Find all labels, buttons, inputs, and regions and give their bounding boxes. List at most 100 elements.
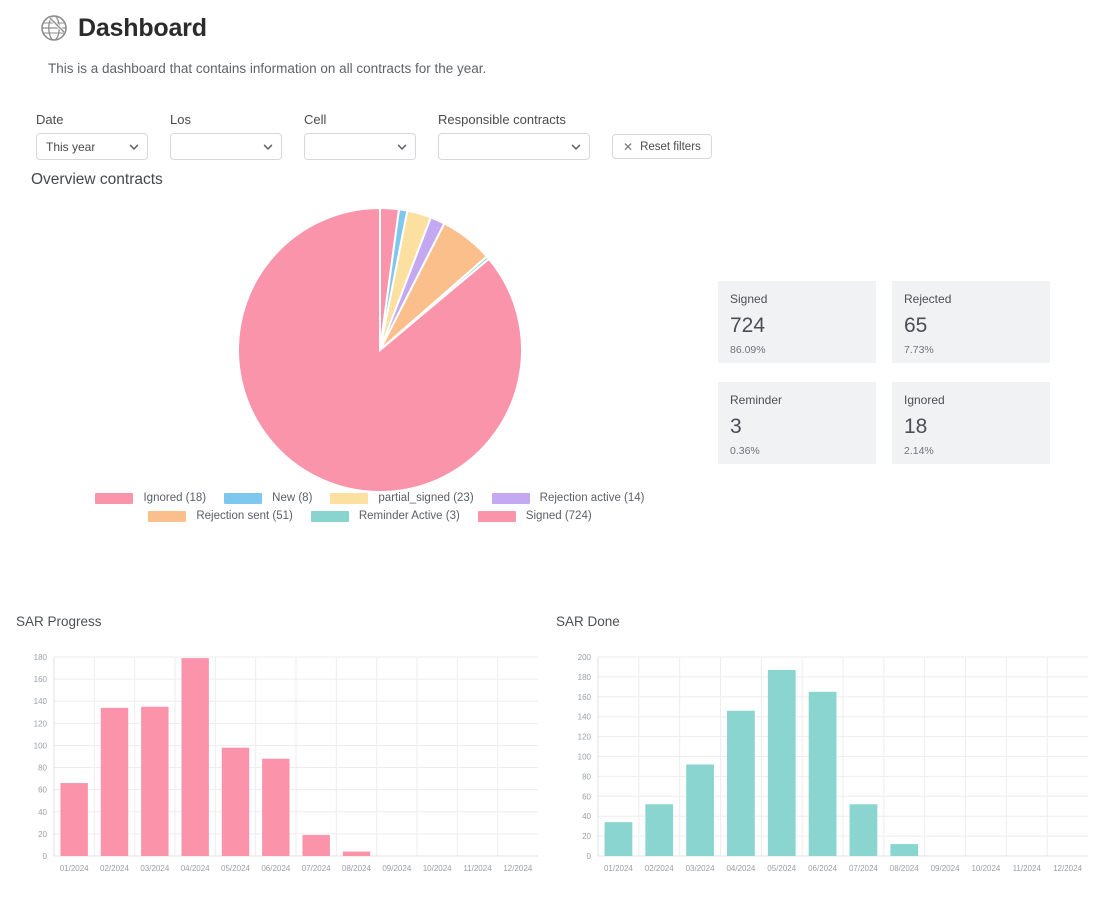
sar-progress-svg: 0 20 40 60 80 100 120 140 160 180 01/2024 02/2024 03…	[34, 653, 538, 873]
bar[interactable]	[100, 707, 129, 856]
x-axis-tick-label: 01/2024	[60, 864, 89, 873]
filter-date-select[interactable]: This year	[36, 133, 148, 160]
bar[interactable]	[645, 804, 674, 856]
x-axis-tick-label: 04/2024	[726, 864, 755, 873]
bar[interactable]	[604, 822, 633, 856]
x-axis-tick-label: 11/2024	[463, 864, 492, 873]
chevron-down-icon	[263, 144, 273, 150]
bar[interactable]	[767, 669, 796, 856]
x-axis-tick-label: 07/2024	[302, 864, 331, 873]
filter-date-label: Date	[36, 112, 64, 127]
y-axis-tick-label: 180	[578, 673, 592, 682]
pie-legend: Ignored (18) New (8) partial_signed (23) Re…	[60, 492, 680, 522]
y-axis-tick-label: 160	[578, 693, 592, 702]
bar[interactable]	[60, 783, 88, 856]
bar[interactable]	[221, 747, 250, 856]
legend-label: Signed (724)	[525, 510, 592, 522]
x-axis-tick-label: 10/2024	[423, 864, 452, 873]
legend-swatch	[224, 492, 263, 504]
filter-cell-label: Cell	[304, 112, 327, 127]
legend-label: Rejection active (14)	[539, 492, 645, 504]
legend-item[interactable]: New (8)	[224, 492, 312, 504]
bar[interactable]	[342, 851, 371, 856]
kpi-card-rejected[interactable]: Rejected 65 7.73%	[892, 281, 1050, 363]
bar[interactable]	[262, 758, 290, 856]
x-axis-tick-label: 02/2024	[645, 864, 674, 873]
legend-label: Rejection sent (51)	[196, 510, 293, 522]
x-axis-tick-label: 04/2024	[181, 864, 210, 873]
x-axis-tick-label: 06/2024	[808, 864, 837, 873]
kpi-card-reminder[interactable]: Reminder 3 0.36%	[718, 382, 876, 464]
legend-item[interactable]: Ignored (18)	[95, 492, 206, 504]
x-axis-tick-label: 08/2024	[342, 864, 371, 873]
legend-item[interactable]: Rejection sent (51)	[148, 510, 293, 522]
chevron-down-icon	[397, 144, 407, 150]
x-axis-tick-label: 12/2024	[503, 864, 532, 873]
legend-label: New (8)	[272, 492, 313, 504]
y-axis-tick-label: 60	[582, 792, 591, 801]
y-axis-tick-label: 60	[38, 786, 47, 795]
kpi-percent: 7.73%	[904, 344, 934, 356]
legend-item[interactable]: Rejection active (14)	[491, 492, 645, 504]
bar[interactable]	[686, 764, 714, 856]
kpi-value: 3	[730, 415, 742, 438]
y-axis-tick-label: 100	[578, 753, 592, 762]
bar[interactable]	[141, 706, 169, 856]
filter-responsible-label: Responsible contracts	[438, 112, 566, 127]
y-axis-tick-label: 100	[34, 741, 48, 750]
legend-item[interactable]: Reminder Active (3)	[310, 510, 460, 522]
bar[interactable]	[890, 844, 919, 856]
pie-svg	[237, 206, 523, 493]
bar[interactable]	[727, 710, 755, 856]
kpi-card-ignored[interactable]: Ignored 18 2.14%	[892, 382, 1050, 464]
bar[interactable]	[808, 691, 837, 856]
legend-swatch	[491, 492, 530, 504]
bar[interactable]	[181, 658, 209, 856]
bar[interactable]	[849, 804, 878, 856]
legend-swatch	[477, 510, 516, 522]
kpi-value: 724	[730, 314, 766, 337]
y-axis-tick-label: 140	[34, 697, 48, 706]
y-axis-tick-label: 0	[587, 852, 592, 861]
y-axis-tick-label: 160	[34, 675, 48, 684]
kpi-percent: 86.09%	[730, 344, 766, 356]
y-axis-tick-label: 0	[43, 852, 48, 861]
overview-pie-chart	[235, 205, 525, 495]
sar-done-chart: SAR Done 0 20 40 60 80 100 120 140 160 180 200 01/2…	[556, 614, 1096, 894]
kpi-title: Reminder	[730, 393, 783, 407]
kpi-card-signed[interactable]: Signed 724 86.09%	[718, 281, 876, 363]
kpi-cards: Signed 724 86.09% Rejected 65 7.73% Remi…	[718, 281, 1050, 483]
filter-cell-select[interactable]	[304, 133, 416, 160]
kpi-row: Signed 724 86.09% Rejected 65 7.73%	[718, 281, 1050, 363]
sar-done-svg: 0 20 40 60 80 100 120 140 160 180 200 01/2024 02/202…	[578, 653, 1088, 873]
filter-responsible: Responsible contracts	[438, 112, 590, 160]
kpi-value: 65	[904, 314, 928, 337]
chevron-down-icon	[571, 144, 581, 150]
x-axis-tick-label: 07/2024	[849, 864, 878, 873]
filter-responsible-select[interactable]	[438, 133, 590, 160]
y-axis-tick-label: 120	[578, 733, 592, 742]
y-axis-tick-label: 120	[34, 719, 48, 728]
globe-icon	[40, 14, 68, 42]
page-title: Dashboard	[78, 13, 207, 42]
bar[interactable]	[302, 834, 330, 856]
filter-los-select[interactable]	[170, 133, 282, 160]
legend-item[interactable]: Signed (724)	[477, 510, 592, 522]
y-axis-tick-label: 80	[582, 772, 591, 781]
legend-swatch	[148, 510, 187, 522]
dashboard-page: Dashboard This is a dashboard that conta…	[0, 0, 1110, 915]
legend-label: partial_signed (23)	[378, 492, 474, 504]
chevron-down-icon	[129, 144, 139, 150]
filter-los-label: Los	[170, 112, 191, 127]
legend-item[interactable]: partial_signed (23)	[330, 492, 474, 504]
kpi-percent: 2.14%	[904, 445, 934, 457]
x-axis-tick-label: 11/2024	[1013, 864, 1042, 873]
kpi-value: 18	[904, 415, 928, 438]
y-axis-tick-label: 200	[578, 653, 592, 662]
reset-filters-button[interactable]: ✕ Reset filters	[612, 134, 712, 159]
kpi-title: Ignored	[904, 393, 945, 407]
kpi-row: Reminder 3 0.36% Ignored 18 2.14%	[718, 382, 1050, 464]
filter-los: Los	[170, 112, 282, 160]
x-axis-tick-label: 03/2024	[140, 864, 169, 873]
kpi-title: Rejected	[904, 292, 952, 306]
